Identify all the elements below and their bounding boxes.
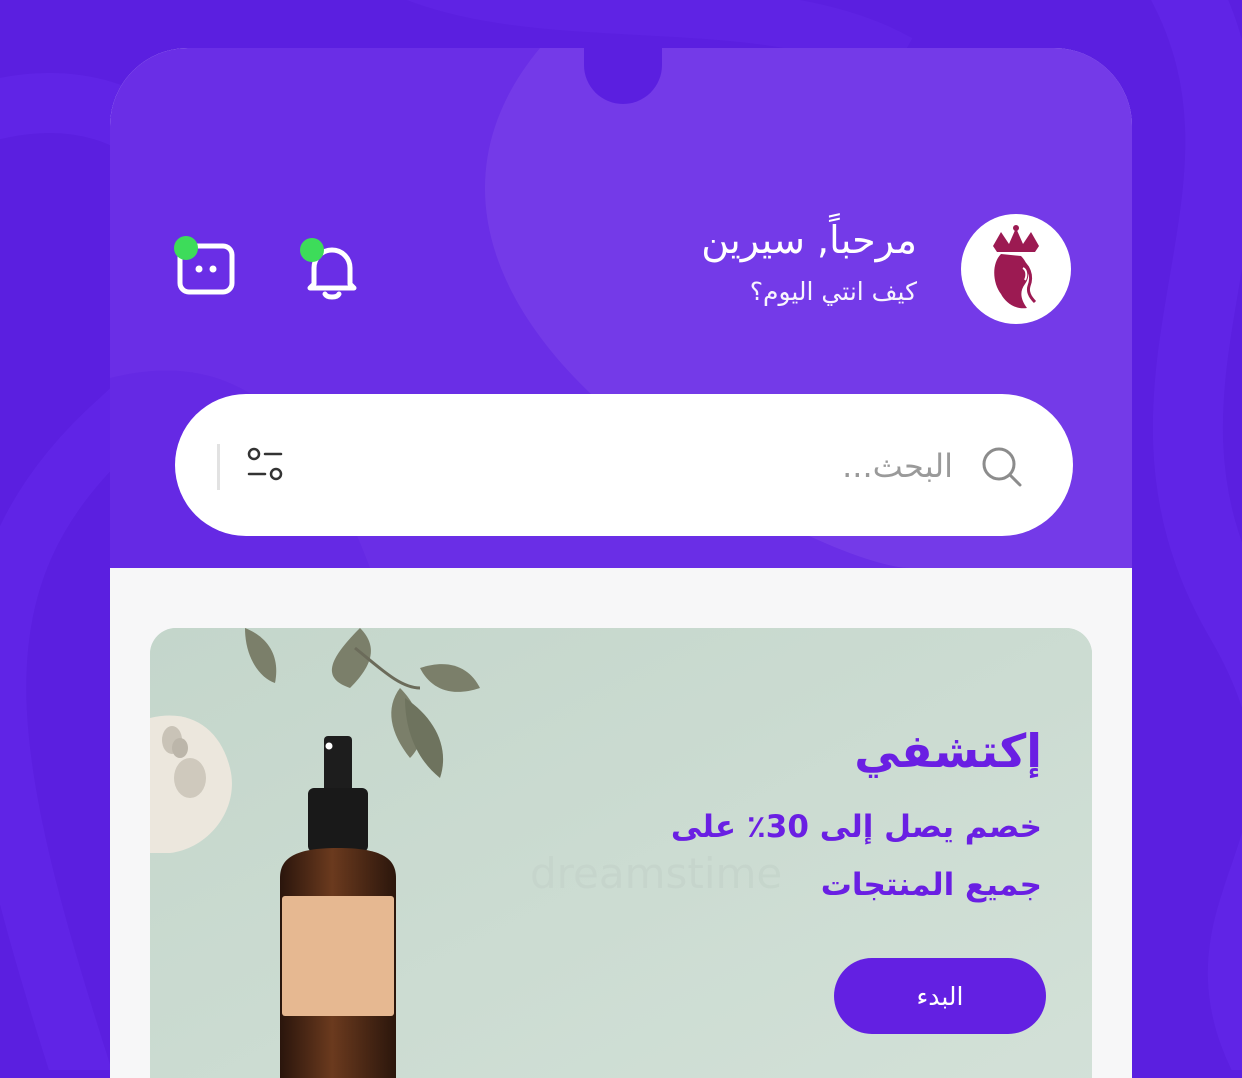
greeting-title: مرحباً, سيرين [701, 218, 917, 262]
banner-line-1: خصم يصل إلى 30٪ على [670, 809, 1042, 845]
notifications-button[interactable] [296, 236, 366, 306]
notification-badge [300, 238, 324, 262]
start-button[interactable]: البدء [834, 958, 1046, 1034]
promo-banner[interactable]: dreamstime إكتشفي خصم يصل إلى 30٪ على جم… [150, 628, 1092, 1078]
search-input[interactable] [391, 432, 955, 500]
avatar[interactable] [961, 214, 1071, 324]
banner-line-2: جميع المنتجات [820, 867, 1042, 903]
search-bar [175, 394, 1073, 536]
banner-text: إكتشفي خصم يصل إلى 30٪ على جميع المنتجات [671, 720, 1042, 914]
greeting: مرحباً, سيرين كيف انتي اليوم؟ [701, 216, 917, 310]
filter-sliders-icon[interactable] [245, 444, 285, 484]
search-divider [217, 444, 220, 490]
message-badge [174, 236, 198, 260]
banner-title: إكتشفي [854, 724, 1042, 778]
phone-frame: مرحباً, سيرين كيف انتي اليوم؟ البحث... d… [110, 48, 1132, 1078]
queen-crown-logo-icon [993, 225, 1039, 309]
banner-discount-text: خصم يصل إلى 30٪ على جميع المنتجات [671, 798, 1042, 914]
search-icon[interactable] [977, 442, 1025, 490]
greeting-subtitle: كيف انتي اليوم؟ [749, 277, 917, 306]
app-header: مرحباً, سيرين كيف انتي اليوم؟ [110, 48, 1132, 568]
messages-button[interactable] [172, 236, 242, 306]
